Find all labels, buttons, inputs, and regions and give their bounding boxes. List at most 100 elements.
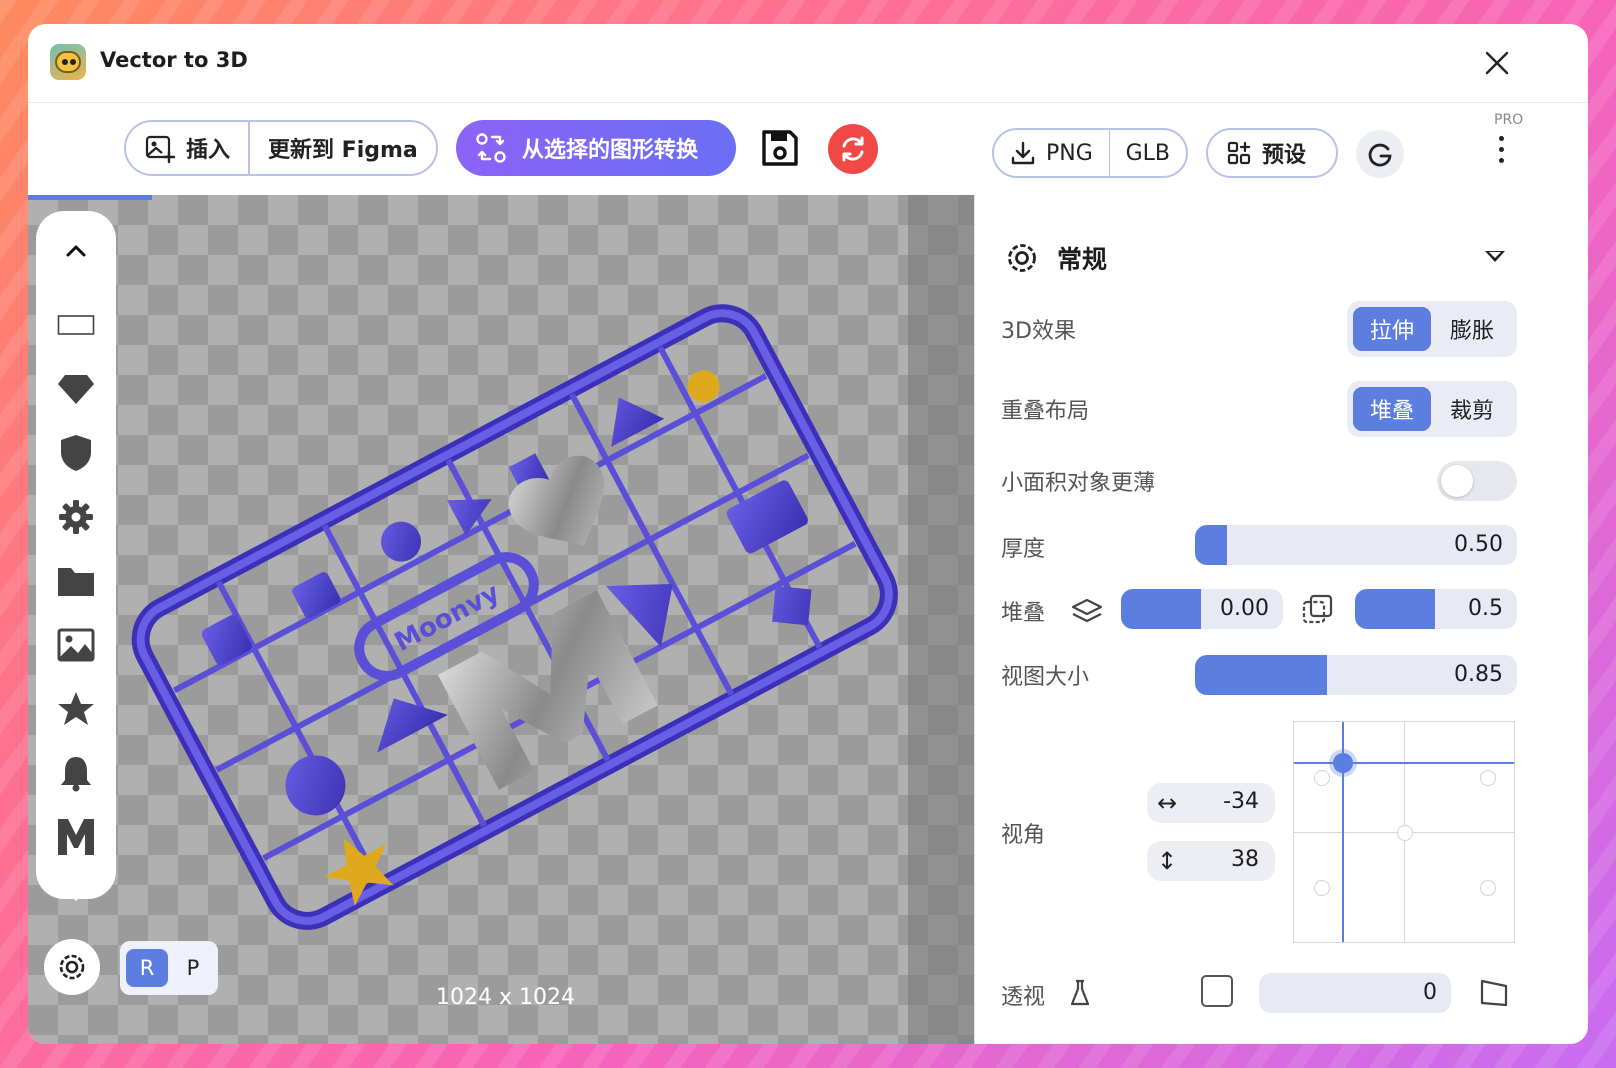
collapse-caret-icon[interactable]	[1485, 251, 1505, 262]
close-icon	[1485, 51, 1509, 75]
png-label: PNG	[1046, 140, 1093, 166]
plugin-window: Vector to 3D 插入 更新到 Figma 从选择的图形转换 PNG G…	[28, 24, 1588, 1044]
horizontal-arrows-icon: ↔	[1157, 789, 1178, 817]
bell-icon	[61, 757, 91, 792]
horizontal-angle-value: -34	[1223, 789, 1259, 814]
gear-icon	[59, 500, 93, 534]
thinner-label: 小面积对象更薄	[1001, 471, 1156, 496]
gem-icon	[58, 375, 94, 404]
flask-icon	[1070, 979, 1090, 1006]
convert-icon	[476, 133, 506, 163]
canvas-settings-button[interactable]	[44, 939, 100, 995]
overlap-label: 重叠布局	[1001, 399, 1090, 424]
chevron-up-icon	[66, 245, 86, 257]
stack-offset-value: 0.00	[1220, 596, 1269, 621]
toolbar: 插入 更新到 Figma 从选择的图形转换 PNG GLB 预设 PRO	[28, 102, 1588, 194]
3d-model-preview: Moonvy	[131, 304, 898, 930]
star-icon	[58, 692, 94, 725]
view-size-label: 视图大小	[1001, 665, 1090, 690]
stack-scale-slider[interactable]: 0.5	[1355, 589, 1517, 629]
overlap-clip-option[interactable]: 裁剪	[1433, 387, 1511, 431]
presets-label: 预设	[1262, 143, 1307, 168]
rectangle-tool[interactable]	[56, 305, 96, 345]
vertical-angle-input[interactable]: ↕ 38	[1147, 841, 1275, 881]
copy-layers-icon[interactable]	[1301, 593, 1335, 627]
folder-tool[interactable]	[56, 561, 96, 601]
vertical-angle-value: 38	[1231, 847, 1259, 872]
presets-content: 预设	[1208, 130, 1324, 176]
stack-scale-fill	[1355, 589, 1435, 629]
more-options-icon[interactable]	[1496, 136, 1506, 170]
effect-extrude-option[interactable]: 拉伸	[1353, 307, 1431, 351]
update-figma-button[interactable]: 更新到 Figma	[250, 122, 436, 174]
app-logo-icon	[50, 44, 86, 80]
refresh-button[interactable]	[828, 124, 878, 174]
m-letter-tool[interactable]	[56, 817, 96, 857]
thinner-toggle[interactable]	[1437, 461, 1517, 501]
export-glb-button[interactable]: GLB	[1110, 130, 1186, 176]
thickness-label: 厚度	[1001, 537, 1046, 562]
view-angle-handle[interactable]	[1333, 753, 1353, 773]
overlap-segmented: 堆叠 裁剪	[1347, 381, 1517, 437]
render-mode-p[interactable]: P	[172, 949, 214, 987]
convert-selection-button[interactable]: 从选择的图形转换	[456, 120, 736, 176]
stack-scale-value: 0.5	[1468, 596, 1503, 621]
shield-icon	[61, 435, 91, 471]
vertical-arrows-icon: ↕	[1157, 847, 1178, 875]
settings-panel: 常规 3D效果 拉伸 膨胀 重叠布局 堆叠 裁剪 小面积对象更薄 厚度 0.50…	[974, 195, 1588, 1044]
floppy-disk-icon	[762, 130, 798, 166]
collapse-toolbar-button[interactable]	[56, 231, 96, 271]
image-plus-icon	[145, 135, 176, 164]
section-header[interactable]: 常规	[1003, 239, 1107, 277]
image-icon	[57, 628, 95, 662]
download-icon	[1011, 141, 1035, 165]
perspective-checkbox[interactable]	[1201, 975, 1233, 1007]
section-title: 常规	[1057, 245, 1108, 274]
render-mode-r[interactable]: R	[126, 949, 168, 987]
reset-camera-button[interactable]	[1356, 130, 1404, 178]
rotate-icon	[1368, 143, 1392, 167]
convert-label: 从选择的图形转换	[522, 138, 699, 163]
insert-button[interactable]: 插入	[126, 122, 248, 174]
thickness-slider[interactable]: 0.50	[1195, 525, 1517, 565]
window-title: Vector to 3D	[100, 48, 248, 72]
view-size-slider[interactable]: 0.85	[1195, 655, 1517, 695]
shape-toolbar	[36, 211, 116, 901]
star-tool[interactable]	[56, 689, 96, 729]
settings-gear-icon	[59, 954, 85, 980]
overlap-stack-option[interactable]: 堆叠	[1353, 387, 1431, 431]
canvas-dimensions: 1024 x 1024	[436, 985, 575, 1010]
view-angle-label: 视角	[1001, 823, 1046, 848]
update-figma-label: 更新到 Figma	[268, 138, 418, 163]
bell-tool[interactable]	[56, 753, 96, 793]
preview-canvas[interactable]: Moonvy R P 1024 x 1024	[28, 195, 974, 1044]
save-button[interactable]	[758, 126, 802, 170]
export-png-button[interactable]: PNG	[994, 130, 1109, 176]
horizontal-angle-input[interactable]: ↔ -34	[1147, 783, 1275, 823]
stack-offset-fill	[1121, 589, 1201, 629]
perspective-value: 0	[1423, 980, 1437, 1005]
insert-update-group: 插入 更新到 Figma	[124, 120, 438, 176]
gear-tool[interactable]	[56, 497, 96, 537]
shield-tool[interactable]	[56, 433, 96, 473]
presets-button[interactable]: 预设	[1206, 128, 1338, 178]
stack-label: 堆叠	[1001, 601, 1046, 626]
rectangle-icon	[57, 315, 95, 335]
stack-offset-slider[interactable]: 0.00	[1121, 589, 1283, 629]
view-size-fill	[1195, 655, 1327, 695]
grid-plus-icon	[1227, 141, 1251, 165]
perspective-label: 透视	[1001, 985, 1046, 1010]
perspective-slider[interactable]: 0	[1259, 973, 1451, 1013]
export-group: PNG GLB	[992, 128, 1188, 178]
effect-inflate-option[interactable]: 膨胀	[1433, 307, 1511, 351]
effect-segmented: 拉伸 膨胀	[1347, 301, 1517, 357]
thickness-value: 0.50	[1454, 532, 1503, 557]
view-angle-pad[interactable]	[1293, 721, 1515, 943]
close-button[interactable]	[1478, 44, 1516, 82]
effect-label: 3D效果	[1001, 319, 1076, 344]
view-size-value: 0.85	[1454, 662, 1503, 687]
image-tool[interactable]	[56, 625, 96, 665]
insert-label: 插入	[186, 138, 231, 163]
gem-tool[interactable]	[56, 369, 96, 409]
refresh-icon	[842, 136, 864, 162]
